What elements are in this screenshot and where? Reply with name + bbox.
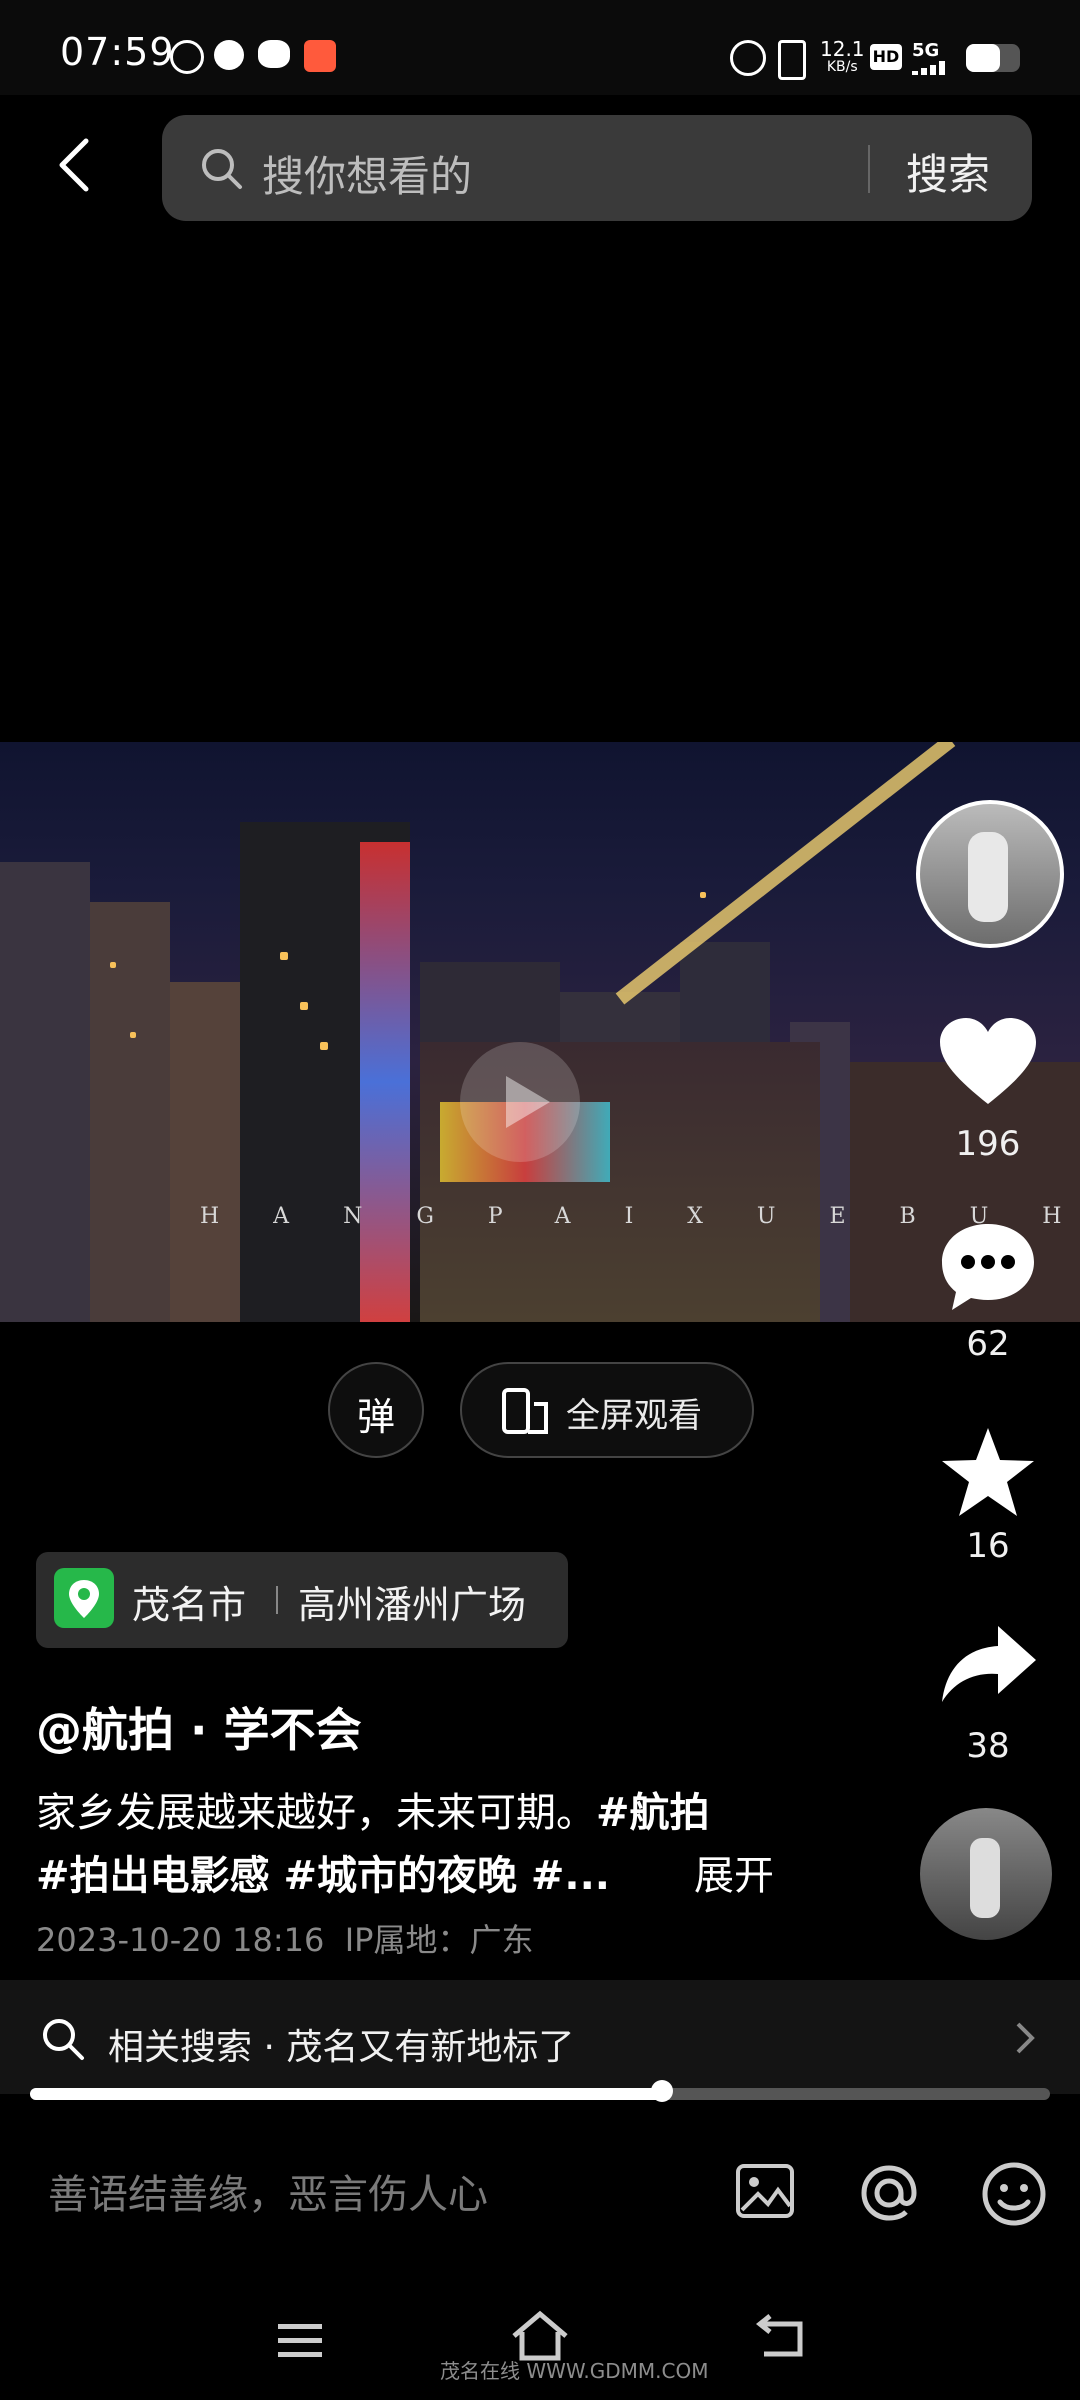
k-app-icon xyxy=(170,40,204,74)
post-meta: 2023-10-20 18:16 IP属地：广东 xyxy=(36,1915,533,1961)
hd-badge: HD xyxy=(870,44,902,70)
comment-count: 62 xyxy=(966,1324,1010,1364)
site-watermark: 茂名在线 WWW.GDMM.COM xyxy=(440,2359,709,2383)
net-speed: 12.1 KB/s xyxy=(820,37,865,76)
share-arrow-icon[interactable] xyxy=(938,1622,1038,1706)
search-bar[interactable]: 搜你想看的 搜索 xyxy=(162,115,1032,221)
shop-app-icon xyxy=(304,40,336,72)
comment-input[interactable]: 善语结善缘，恶言伤人心 xyxy=(48,2162,488,2220)
danmaku-toggle-button[interactable]: 弹 xyxy=(328,1362,424,1458)
net-speed-value: 12.1 xyxy=(820,37,865,61)
music-disc[interactable] xyxy=(920,1808,1052,1940)
related-search-text: 相关搜索 · 茂名又有新地标了 xyxy=(108,2027,575,2068)
image-icon[interactable] xyxy=(734,2160,796,2222)
back-button[interactable] xyxy=(50,135,110,195)
search-divider xyxy=(868,145,870,193)
location-separator xyxy=(276,1586,278,1614)
like-count: 196 xyxy=(955,1124,1021,1164)
status-bar: 07:59 12.1 KB/s HD 5G xyxy=(0,0,1080,95)
related-search-bar[interactable]: 相关搜索 · 茂名又有新地标了 xyxy=(0,1980,1080,2094)
location-city: 茂名市 xyxy=(132,1583,247,1627)
like-heart-icon[interactable] xyxy=(938,1016,1038,1108)
vibrate-icon xyxy=(778,40,806,80)
menu-icon[interactable] xyxy=(276,2320,324,2360)
share-count: 38 xyxy=(966,1726,1010,1766)
favorite-star-icon[interactable] xyxy=(938,1424,1038,1520)
expand-button[interactable]: 展开 xyxy=(694,1843,774,1901)
comment-icon[interactable] xyxy=(938,1220,1038,1314)
status-time: 07:59 xyxy=(60,30,175,74)
search-button[interactable]: 搜索 xyxy=(906,141,990,202)
fullscreen-button[interactable]: 全屏观看 xyxy=(460,1362,754,1458)
description-text: 家乡发展越来越好，未来可期。 xyxy=(36,1790,596,1836)
emoji-icon[interactable] xyxy=(980,2160,1048,2228)
battery-icon xyxy=(966,44,1020,72)
video-progress-handle[interactable] xyxy=(651,2080,673,2102)
author-avatar[interactable] xyxy=(916,800,1064,948)
hashtag[interactable]: #航拍 xyxy=(596,1790,710,1836)
description-line-1: 家乡发展越来越好，未来可期。#航拍 xyxy=(36,1780,710,1838)
post-ip-location: IP属地：广东 xyxy=(344,1921,534,1959)
wechat-icon xyxy=(258,40,290,68)
network-type: 5G xyxy=(912,40,940,61)
related-search-icon xyxy=(43,2019,84,2060)
video-player[interactable]: HANGPAIXUEBUHUI xyxy=(0,742,1080,1322)
location-pin-icon xyxy=(54,1568,114,1628)
mention-at-icon[interactable] xyxy=(856,2160,922,2226)
play-button[interactable] xyxy=(460,1042,580,1162)
danmaku-label: 弹 xyxy=(356,1395,395,1439)
location-tag[interactable]: 茂名市 高州潘州广场 xyxy=(36,1552,568,1648)
search-input[interactable]: 搜你想看的 xyxy=(262,143,472,204)
video-progress-fill xyxy=(30,2088,662,2100)
signal-icon xyxy=(912,60,956,79)
fullscreen-label: 全屏观看 xyxy=(566,1396,702,1436)
chevron-right-icon xyxy=(1016,2022,1035,2054)
fullscreen-rotate-icon xyxy=(502,1388,548,1434)
back-nav-icon[interactable] xyxy=(754,2314,810,2362)
location-place: 高州潘州广场 xyxy=(298,1583,527,1627)
search-icon xyxy=(202,149,242,189)
back-arrow-icon xyxy=(59,138,89,192)
description-hashtags[interactable]: #拍出电影感 #城市的夜晚 #... xyxy=(36,1843,610,1901)
play-icon xyxy=(506,1076,550,1128)
author-name[interactable]: @航拍 · 学不会 xyxy=(36,1694,362,1760)
chat-bubble-icon xyxy=(214,40,244,70)
post-date: 2023-10-20 18:16 xyxy=(36,1921,325,1959)
favorite-count: 16 xyxy=(966,1526,1010,1566)
alarm-icon xyxy=(730,40,766,76)
